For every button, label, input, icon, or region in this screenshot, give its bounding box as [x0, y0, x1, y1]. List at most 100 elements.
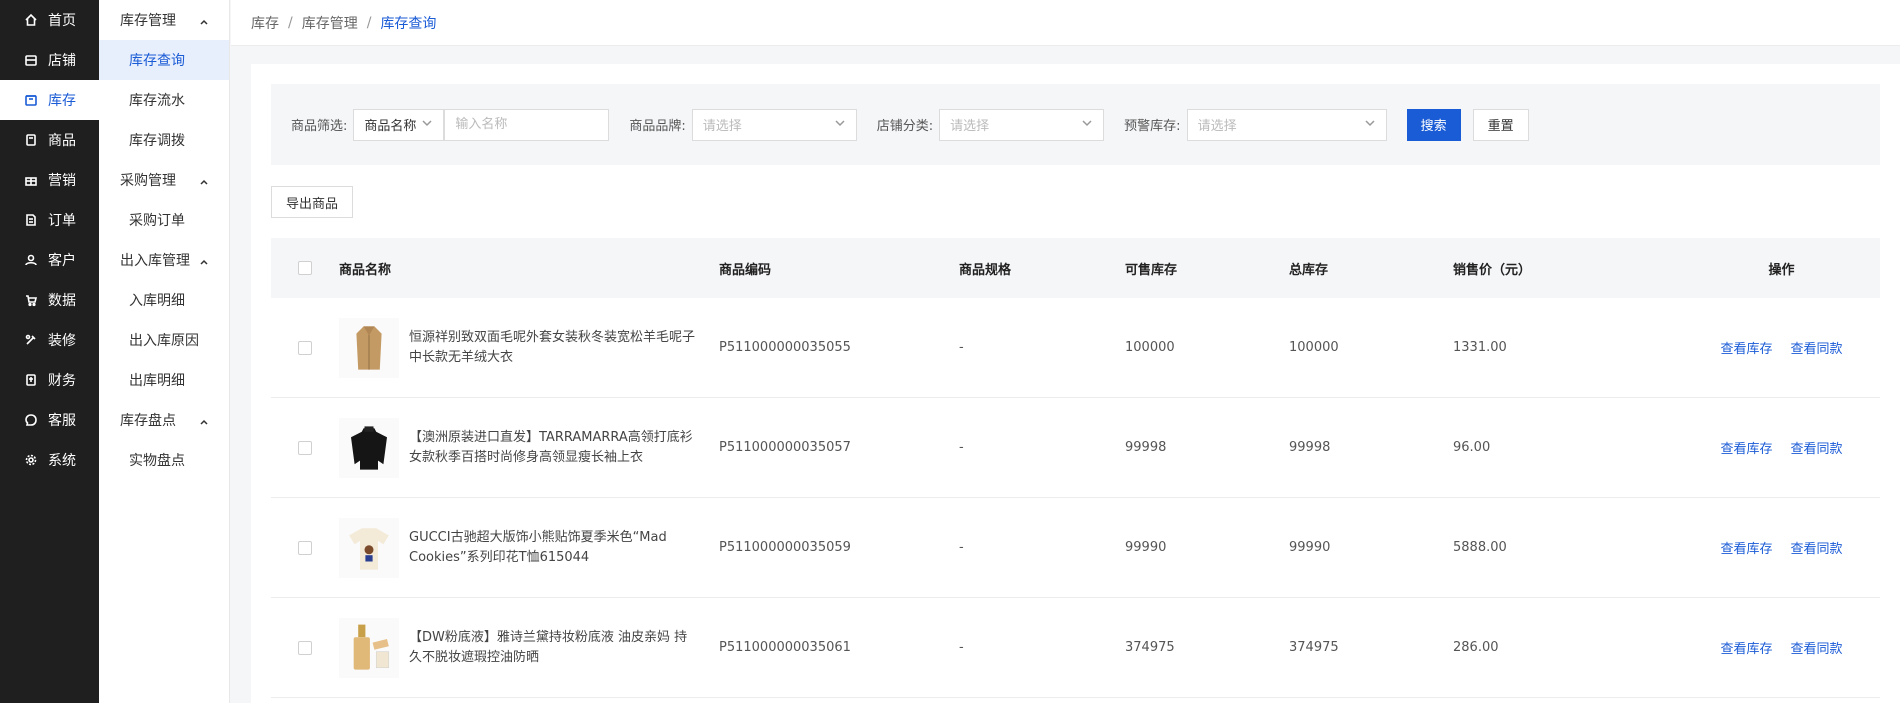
nav-item-1[interactable]: 店铺 [0, 40, 99, 80]
reset-button[interactable]: 重置 [1472, 108, 1529, 141]
subnav-item-7[interactable]: 入库明细 [99, 280, 229, 320]
row-actions: 查看库存 查看同款 [1683, 538, 1880, 557]
tag-icon [24, 133, 38, 147]
row-checkbox[interactable] [298, 540, 312, 555]
nav-item-11[interactable]: 系统 [0, 440, 99, 480]
product-name: 【DW粉底液】雅诗兰黛持妆粉底液 油皮亲妈 持久不脱妆遮瑕控油防晒 [409, 629, 688, 665]
subnav-group-label: 库存盘点 [120, 413, 176, 429]
available-stock: 374975 [1125, 640, 1175, 655]
brand-filter-label: 商品品牌: [629, 119, 686, 134]
subnav-item-8[interactable]: 出入库原因 [99, 320, 229, 360]
inventory-table: 商品名称 商品编码 商品规格 可售库存 总库存 销售价（元） 操作 恒源祥别致双… [271, 238, 1880, 698]
select-all-checkbox[interactable] [298, 261, 312, 275]
breadcrumb-item-inventory[interactable]: 库存 [251, 13, 279, 33]
alert-stock-select[interactable]: 请选择 [1186, 108, 1387, 141]
available-stock: 99998 [1125, 440, 1167, 455]
header-price: 销售价（元） [1453, 262, 1532, 278]
nav-item-2[interactable]: 库存 [0, 80, 99, 120]
subnav-item-label: 实物盘点 [129, 453, 185, 469]
subnav-item-5[interactable]: 采购订单 [99, 200, 229, 240]
view-stock-link[interactable]: 查看库存 [1720, 438, 1772, 457]
search-button[interactable]: 搜索 [1406, 108, 1461, 141]
header-code: 商品编码 [719, 262, 772, 278]
header-name: 商品名称 [339, 262, 392, 278]
nav-item-label: 首页 [48, 13, 76, 29]
row-checkbox[interactable] [298, 340, 312, 355]
product-name: 【澳洲原装进口直发】TARRAMARRA高领打底衫女款秋季百搭时尚修身高领显瘦长… [409, 429, 693, 465]
header-total-stock: 总库存 [1289, 262, 1329, 278]
total-stock: 99998 [1289, 440, 1331, 455]
nav-item-label: 商品 [48, 133, 76, 149]
wallet-icon [24, 373, 38, 387]
view-same-style-link[interactable]: 查看同款 [1791, 638, 1843, 657]
chevron-down-icon [1081, 117, 1093, 133]
subnav-group-4[interactable]: 采购管理 [99, 160, 229, 200]
subnav-group-6[interactable]: 出入库管理 [99, 240, 229, 280]
row-checkbox[interactable] [298, 440, 312, 455]
table-row: 【澳洲原装进口直发】TARRAMARRA高领打底衫女款秋季百搭时尚修身高领显瘦长… [271, 398, 1880, 498]
subnav-item-11[interactable]: 实物盘点 [99, 440, 229, 480]
total-stock: 100000 [1289, 340, 1339, 355]
subnav-group-0[interactable]: 库存管理 [99, 0, 229, 40]
nav-item-label: 装修 [48, 333, 76, 349]
product-spec: - [959, 540, 964, 555]
product-code: P511000000035057 [719, 440, 851, 455]
table-header: 商品名称 商品编码 商品规格 可售库存 总库存 销售价（元） 操作 [271, 238, 1880, 298]
subnav-item-label: 库存流水 [129, 93, 185, 109]
nav-item-10[interactable]: 客服 [0, 400, 99, 440]
view-stock-link[interactable]: 查看库存 [1720, 538, 1772, 557]
row-actions: 查看库存 查看同款 [1683, 438, 1880, 457]
nav-item-5[interactable]: 订单 [0, 200, 99, 240]
breadcrumb: 库存 / 库存管理 / 库存查询 [231, 0, 1900, 46]
table-row: GUCCI古驰超大版饰小熊贴饰夏季米色“Mad Cookies”系列印花T恤61… [271, 498, 1880, 598]
view-stock-link[interactable]: 查看库存 [1720, 338, 1772, 357]
subnav-item-label: 出库明细 [129, 373, 185, 389]
available-stock: 99990 [1125, 540, 1167, 555]
table-body: 恒源祥别致双面毛呢外套女装秋冬装宽松羊毛呢子中长款无羊绒大衣 P511000000… [271, 298, 1880, 698]
subnav-item-9[interactable]: 出库明细 [99, 360, 229, 400]
subnav-group-label: 库存管理 [120, 13, 176, 29]
breadcrumb-separator: / [366, 14, 372, 31]
nav-item-4[interactable]: 营销 [0, 160, 99, 200]
view-same-style-link[interactable]: 查看同款 [1791, 538, 1843, 557]
nav-item-9[interactable]: 财务 [0, 360, 99, 400]
view-same-style-link[interactable]: 查看同款 [1791, 338, 1843, 357]
subnav-item-2[interactable]: 库存流水 [99, 80, 229, 120]
breadcrumb-separator: / [288, 14, 293, 31]
row-checkbox-cell [271, 340, 339, 355]
subnav-item-label: 采购订单 [129, 213, 185, 229]
available-stock: 100000 [1125, 340, 1175, 355]
nav-item-6[interactable]: 客户 [0, 240, 99, 280]
product-cell: 恒源祥别致双面毛呢外套女装秋冬装宽松羊毛呢子中长款无羊绒大衣 [339, 317, 719, 378]
gift-icon [24, 173, 38, 187]
goods-filter-type-value: 商品名称 [364, 119, 417, 134]
nav-item-7[interactable]: 数据 [0, 280, 99, 320]
chevron-down-icon [421, 117, 433, 133]
subnav-group-10[interactable]: 库存盘点 [99, 400, 229, 440]
chevron-up-icon [199, 175, 209, 185]
view-stock-link[interactable]: 查看库存 [1720, 638, 1772, 657]
product-name: 恒源祥别致双面毛呢外套女装秋冬装宽松羊毛呢子中长款无羊绒大衣 [409, 329, 696, 365]
goods-name-input[interactable] [444, 108, 610, 141]
primary-sidebar: 首页店铺 库存商品营销 订单 客户 数据装修财务 客服 系统 [0, 0, 99, 703]
filter-bar: 商品筛选: 商品名称 商品品牌: 请选择 店铺分类: 请选择 预警库存: 请选择… [271, 84, 1880, 165]
breadcrumb-item-inventory-management[interactable]: 库存管理 [302, 13, 358, 33]
chevron-down-icon [834, 117, 846, 133]
nav-item-3[interactable]: 商品 [0, 120, 99, 160]
row-checkbox[interactable] [298, 640, 312, 655]
subnav-item-1[interactable]: 库存查询 [99, 40, 229, 80]
product-thumbnail [339, 417, 399, 478]
users-icon [24, 253, 38, 267]
subnav-item-label: 入库明细 [129, 293, 185, 309]
shop-category-select[interactable]: 请选择 [939, 108, 1105, 141]
nav-item-0[interactable]: 首页 [0, 0, 99, 40]
view-same-style-link[interactable]: 查看同款 [1791, 438, 1843, 457]
goods-filter-type-select[interactable]: 商品名称 [353, 108, 445, 141]
document-icon [24, 213, 38, 227]
chevron-up-icon [199, 415, 209, 425]
nav-item-8[interactable]: 装修 [0, 320, 99, 360]
shop-category-placeholder: 请选择 [950, 119, 990, 134]
export-goods-button[interactable]: 导出商品 [271, 186, 354, 218]
subnav-item-3[interactable]: 库存调拨 [99, 120, 229, 160]
brand-select[interactable]: 请选择 [691, 108, 857, 141]
